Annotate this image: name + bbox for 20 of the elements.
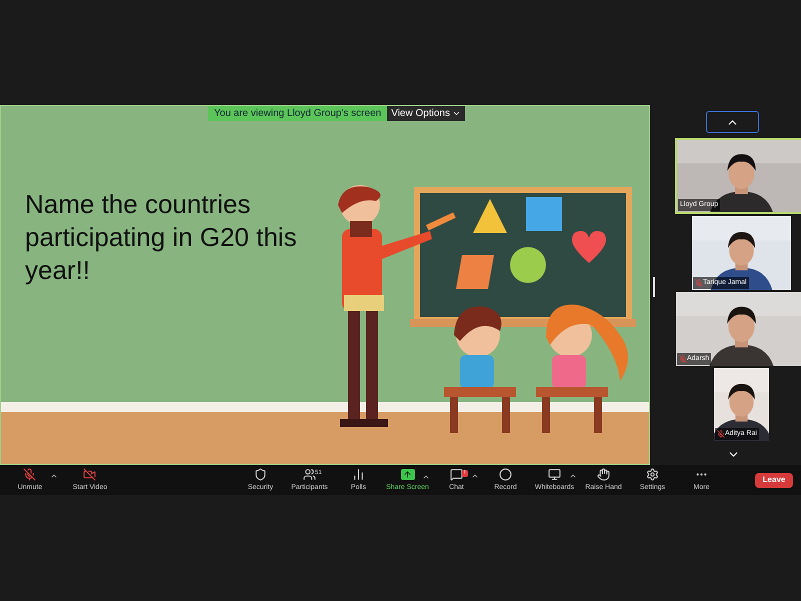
scroll-up-button[interactable] xyxy=(706,111,759,133)
people-icon xyxy=(302,468,316,481)
viewing-banner: You are viewing Lloyd Group's screen xyxy=(208,106,388,121)
leave-button[interactable]: Leave xyxy=(755,472,793,488)
record-icon xyxy=(498,468,512,481)
shield-icon xyxy=(254,468,267,481)
chat-bubble-icon xyxy=(450,468,463,481)
video-off-icon xyxy=(83,468,96,481)
caret-icon[interactable] xyxy=(471,472,479,480)
chevron-down-icon xyxy=(452,109,461,118)
monitor-icon xyxy=(548,468,561,481)
settings-icon xyxy=(646,468,659,481)
view-options-button[interactable]: View Options xyxy=(387,106,465,121)
slide-heading: Name the countries participating in G20 this year!! xyxy=(25,188,298,287)
hand-icon xyxy=(596,468,610,481)
bar-chart-icon xyxy=(352,468,365,481)
caret-icon[interactable] xyxy=(569,472,577,480)
caret-icon[interactable] xyxy=(50,472,58,480)
muted-mic-icon xyxy=(23,468,36,481)
up-arrow-icon xyxy=(403,470,412,478)
